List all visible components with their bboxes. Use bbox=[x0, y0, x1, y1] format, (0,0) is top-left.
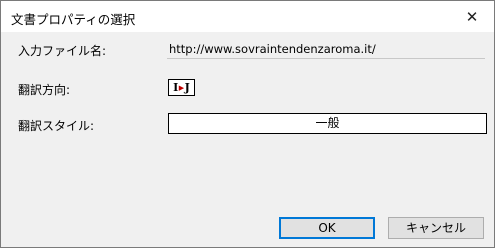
ok-button[interactable]: OK bbox=[279, 217, 375, 239]
document-properties-dialog: 文書プロパティの選択 ✕ 入力ファイル名: http://www.sovrain… bbox=[0, 0, 495, 248]
direction-to: J bbox=[184, 81, 190, 94]
translation-direction-button[interactable]: I ▶ J bbox=[168, 79, 195, 96]
direction-arrow-icon: ▶ bbox=[178, 83, 185, 92]
close-icon: ✕ bbox=[465, 7, 479, 26]
translation-style-label: 翻訳スタイル: bbox=[18, 119, 95, 133]
close-button[interactable]: ✕ bbox=[450, 1, 494, 32]
translation-style-select[interactable]: 一般 bbox=[168, 113, 487, 134]
input-file-value: http://www.sovraintendenzaroma.it/ bbox=[167, 40, 485, 59]
translation-direction-label: 翻訳方向: bbox=[18, 83, 71, 97]
title-bar: 文書プロパティの選択 ✕ bbox=[1, 1, 494, 32]
cancel-button[interactable]: キャンセル bbox=[388, 217, 484, 239]
direction-from: I bbox=[173, 81, 179, 94]
dialog-title: 文書プロパティの選択 bbox=[11, 12, 136, 27]
input-file-label: 入力ファイル名: bbox=[18, 44, 107, 58]
